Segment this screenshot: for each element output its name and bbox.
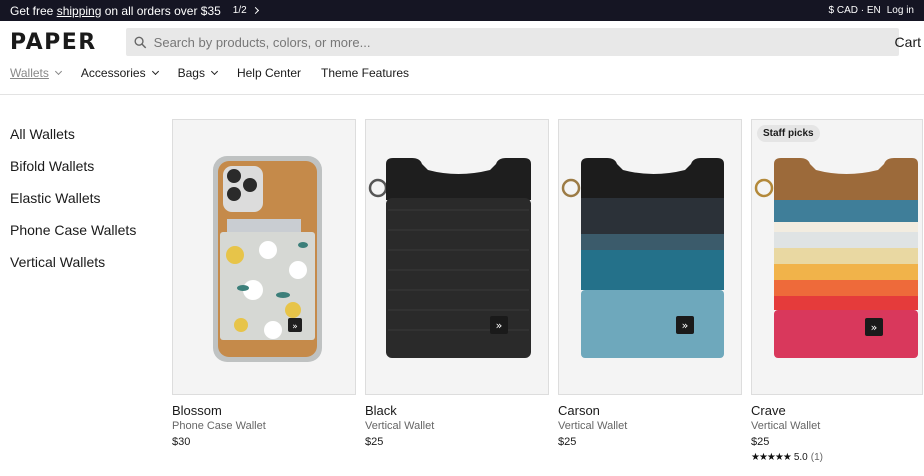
search-bar[interactable] (126, 28, 899, 56)
product-card-black[interactable]: » Black Vertical Wallet $25 (365, 119, 549, 463)
search-input[interactable] (153, 34, 899, 50)
announcement-text: Get free shipping on all orders over $35 (10, 3, 221, 18)
announcement-left: Get free shipping on all orders over $35… (10, 3, 259, 18)
review-count: (1) (810, 452, 823, 463)
svg-text:»: » (871, 321, 878, 334)
sidebar-item-all-wallets[interactable]: All Wallets (10, 126, 136, 158)
chevron-down-icon (210, 67, 218, 76)
product-price: $25 (365, 436, 384, 448)
product-name[interactable]: Blossom (172, 403, 356, 418)
nav-label: Accessories (80, 66, 146, 80)
announcement-pager[interactable]: 1/2 (233, 5, 259, 16)
product-grid: » Blossom Phone Case Wallet $30 » Black … (172, 119, 923, 463)
product-type: Phone Case Wallet (172, 420, 266, 432)
svg-text:»: » (292, 322, 298, 332)
staff-picks-badge: Staff picks (757, 125, 820, 142)
chevron-down-icon (151, 67, 159, 76)
product-type: Vertical Wallet (751, 420, 821, 432)
announcement-right: $ CAD · EN Log in (829, 5, 914, 16)
cart-link[interactable]: Cart (895, 34, 921, 50)
product-image[interactable]: » (365, 119, 549, 395)
rating-value: 5.0 (793, 452, 808, 463)
nav-theme-features[interactable]: Theme Features (321, 66, 409, 80)
svg-text:»: » (682, 319, 689, 332)
product-price: $25 (558, 436, 577, 448)
product-type: Vertical Wallet (365, 420, 435, 432)
product-rating: ★★★★★ 5.0 (1) (751, 452, 923, 463)
carson-wallet-image: » (561, 158, 724, 358)
nav-wallets[interactable]: Wallets (10, 66, 62, 80)
sidebar-item-phone-case-wallets[interactable]: Phone Case Wallets (10, 222, 136, 254)
search-icon (134, 36, 147, 48)
product-image[interactable]: » (558, 119, 742, 395)
sidebar-item-bifold-wallets[interactable]: Bifold Wallets (10, 158, 136, 190)
product-price: $25 (751, 436, 770, 448)
nav-label: Wallets (10, 66, 49, 80)
product-image[interactable]: » (172, 119, 356, 395)
svg-text:»: » (496, 319, 503, 332)
nav-label: Help Center (236, 66, 301, 80)
product-name[interactable]: Black (365, 403, 549, 418)
announcement-bar: Get free shipping on all orders over $35… (0, 0, 924, 21)
product-image[interactable]: Staff picks » (751, 119, 923, 395)
product-card-crave[interactable]: Staff picks » Crave Vertical Wallet $25 … (751, 119, 923, 463)
login-link[interactable]: Log in (887, 5, 914, 16)
nav-label: Theme Features (320, 66, 410, 80)
product-card-blossom[interactable]: » Blossom Phone Case Wallet $30 (172, 119, 356, 463)
nav-label: Bags (177, 66, 205, 80)
nav-bags[interactable]: Bags (177, 66, 218, 80)
star-rating-icon: ★★★★★ (751, 452, 792, 463)
product-type: Vertical Wallet (558, 420, 628, 432)
nav-accessories[interactable]: Accessories (80, 66, 159, 80)
currency-selector[interactable]: $ CAD · EN (829, 5, 881, 16)
site-header: PAPER Cart (0, 21, 924, 63)
product-name[interactable]: Carson (558, 403, 742, 418)
logo[interactable]: PAPER (10, 30, 126, 55)
product-card-carson[interactable]: » Carson Vertical Wallet $25 (558, 119, 742, 463)
crave-wallet-image: » (754, 158, 918, 358)
black-wallet-image: » (368, 158, 531, 358)
nav-help-center[interactable]: Help Center (237, 66, 301, 80)
main-nav: Wallets Accessories Bags Help Center The… (0, 63, 924, 95)
product-price: $30 (172, 436, 191, 448)
collection-content: All Wallets Bifold Wallets Elastic Walle… (0, 95, 924, 476)
shipping-link[interactable]: shipping (57, 4, 102, 18)
sidebar-item-elastic-wallets[interactable]: Elastic Wallets (10, 190, 136, 222)
chevron-right-icon[interactable] (251, 6, 259, 15)
sidebar-item-vertical-wallets[interactable]: Vertical Wallets (10, 254, 136, 286)
collection-sidebar: All Wallets Bifold Wallets Elastic Walle… (10, 126, 136, 286)
phone-case-wallet-image: » (213, 156, 322, 362)
chevron-down-icon (54, 67, 62, 76)
product-name[interactable]: Crave (751, 403, 923, 418)
